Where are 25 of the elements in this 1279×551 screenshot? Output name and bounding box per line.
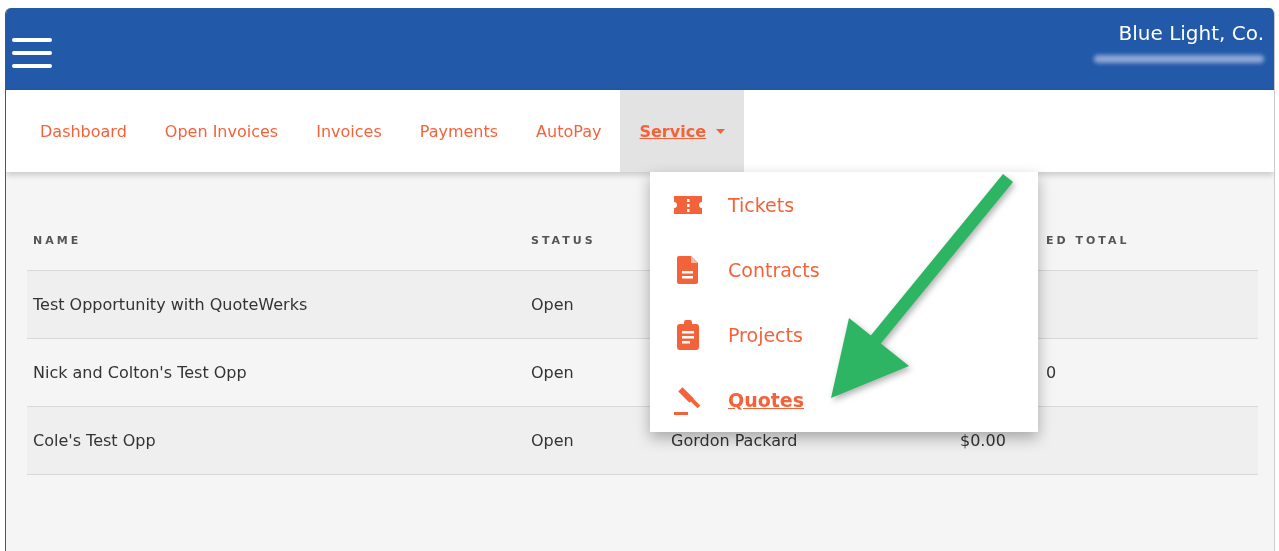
table-cell: Cole's Test Opp — [33, 431, 156, 450]
company-name: Blue Light, Co. — [1118, 21, 1264, 45]
menu-item[interactable]: Projects — [672, 318, 803, 351]
nav-tab[interactable]: Service — [620, 90, 744, 172]
nav-tab[interactable]: Dashboard — [21, 90, 146, 172]
menu-item[interactable]: Tickets — [672, 188, 795, 221]
column-header: NAME — [33, 233, 82, 247]
table-cell: Open — [531, 295, 574, 314]
menu-item[interactable]: Quotes — [672, 383, 804, 416]
table-cell: Test Opportunity with QuoteWerks — [33, 295, 308, 314]
caret-icon — [716, 128, 725, 134]
table-cell: Nick and Colton's Test Opp — [33, 363, 247, 382]
nav-tab[interactable]: Open Invoices — [145, 90, 298, 172]
table-cell: Open — [531, 363, 574, 382]
table-cell: 0 — [1046, 363, 1057, 382]
nav-tab[interactable]: Payments — [400, 90, 518, 172]
table-cell: $0.00 — [960, 431, 1006, 450]
column-header: ED TOTAL — [1046, 233, 1130, 247]
column-header: STATUS — [531, 233, 596, 247]
menu-button[interactable] — [12, 38, 52, 68]
table-cell: Gordon Packard — [671, 431, 798, 450]
table-cell: Open — [531, 431, 574, 450]
menu-item[interactable]: Contracts — [672, 253, 820, 286]
nav-tab[interactable]: AutoPay — [517, 90, 621, 172]
nav-tab[interactable]: Invoices — [297, 90, 401, 172]
